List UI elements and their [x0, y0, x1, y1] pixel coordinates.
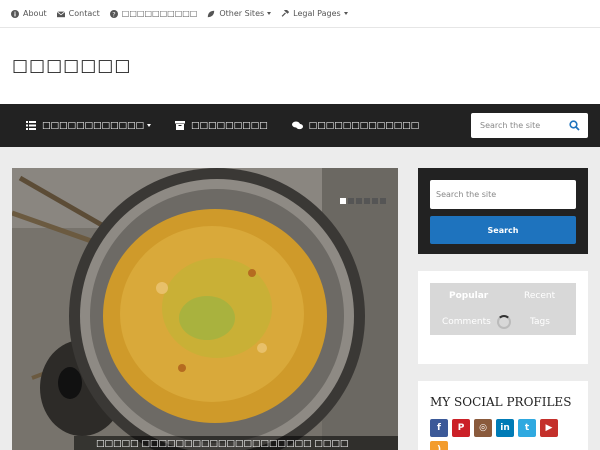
svg-text:?: ?: [112, 10, 115, 18]
slider-pagination: [340, 198, 386, 204]
slider-dot[interactable]: [380, 198, 386, 204]
slider-dot[interactable]: [364, 198, 370, 204]
nav-item-comments[interactable]: □□□□□□□□□□□□□: [291, 120, 420, 131]
topbar-link-3[interactable]: ? □□□□□□□□□□: [109, 9, 198, 18]
slider-dot[interactable]: [356, 198, 362, 204]
twitter-icon[interactable]: t: [518, 419, 536, 437]
loading-spinner-icon: [497, 315, 511, 329]
topbar-link-other-sites[interactable]: Other Sites: [207, 9, 272, 18]
topbar-link-about[interactable]: About: [11, 9, 47, 18]
envelope-icon: [56, 10, 65, 17]
nav-item-label: □□□□□□□□□: [191, 120, 268, 131]
youtube-icon[interactable]: ▶: [540, 419, 558, 437]
topbar-link-label: Contact: [68, 9, 100, 18]
nav-item-label: □□□□□□□□□□□□□: [308, 120, 420, 131]
featured-image: [12, 168, 398, 450]
chevron-down-icon: [147, 124, 152, 127]
tab-recent[interactable]: Recent: [524, 291, 555, 301]
rss-icon[interactable]: ): [430, 441, 448, 450]
slide-caption[interactable]: □□□□□ □□□□□□□□□□□□□□□□□□□□ □□□□: [74, 436, 398, 450]
info-icon: [11, 9, 19, 18]
topbar-link-contact[interactable]: Contact: [56, 9, 100, 18]
nav-item-label: □□□□□□□□□□□□: [42, 120, 145, 131]
nav-item-archive[interactable]: □□□□□□□□□: [175, 121, 268, 131]
nav-search-box: [471, 113, 588, 138]
featured-slider[interactable]: □□□□□ □□□□□□□□□□□□□□□□□□□□ □□□□: [12, 168, 398, 450]
nav-item-categories[interactable]: □□□□□□□□□□□□: [26, 120, 152, 131]
social-icons: f P ◎ in t ▶: [430, 419, 558, 437]
topbar-link-label: □□□□□□□□□□: [121, 9, 198, 18]
slider-dot[interactable]: [348, 198, 354, 204]
site-title[interactable]: □□□□□□□: [12, 56, 131, 76]
question-icon: ?: [109, 9, 118, 18]
leaf-icon: [208, 10, 215, 17]
instagram-icon[interactable]: ◎: [474, 419, 492, 437]
main-navigation: □□□□□□□□□□□□ □□□□□□□□□ □□□□□□□□□□□□□: [0, 104, 600, 147]
site-header: □□□□□□□: [0, 28, 600, 104]
list-icon: [26, 121, 36, 130]
gavel-icon: [281, 9, 290, 17]
tab-popular[interactable]: Popular: [449, 291, 488, 301]
sidebar-search-input[interactable]: [430, 180, 576, 209]
nav-search-button[interactable]: [563, 115, 585, 137]
archive-icon: [175, 121, 186, 130]
tab-bar: Popular Recent Comments Tags: [430, 283, 576, 335]
sidebar-search-button[interactable]: Search: [430, 216, 576, 244]
slider-dot[interactable]: [340, 198, 346, 204]
slider-dot[interactable]: [372, 198, 378, 204]
topbar-link-label: Legal Pages: [293, 9, 341, 18]
topbar-link-legal-pages[interactable]: Legal Pages: [281, 9, 348, 18]
comments-icon: [291, 121, 303, 130]
nav-search-input[interactable]: [471, 114, 563, 137]
sidebar-search-widget: Search: [418, 168, 588, 254]
chevron-down-icon: [267, 12, 272, 15]
topbar-link-label: About: [23, 9, 47, 18]
search-icon: [568, 120, 580, 131]
top-utility-bar: About Contact ? □□□□□□□□□□ Other Sites L…: [0, 0, 600, 28]
social-widget-title: MY SOCIAL PROFILES: [430, 395, 572, 409]
sidebar-social-widget: MY SOCIAL PROFILES f P ◎ in t ▶ ): [418, 381, 588, 450]
sidebar-tabs-widget: Popular Recent Comments Tags: [418, 271, 588, 364]
facebook-icon[interactable]: f: [430, 419, 448, 437]
linkedin-icon[interactable]: in: [496, 419, 514, 437]
tab-tags[interactable]: Tags: [530, 317, 550, 327]
tab-comments[interactable]: Comments: [442, 317, 491, 327]
topbar-link-label: Other Sites: [219, 9, 265, 18]
chevron-down-icon: [343, 12, 348, 15]
pinterest-icon[interactable]: P: [452, 419, 470, 437]
